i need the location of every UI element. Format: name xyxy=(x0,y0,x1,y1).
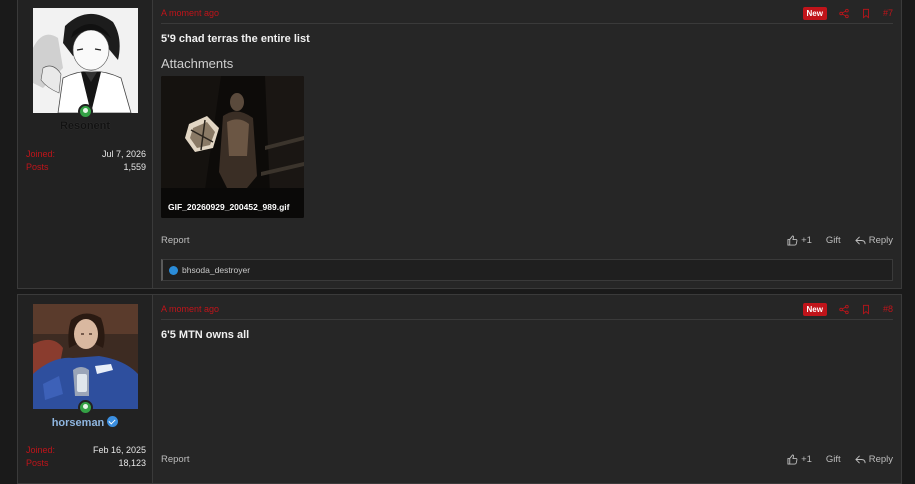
username[interactable]: horseman xyxy=(18,416,152,429)
gift-button[interactable]: Gift xyxy=(826,454,841,465)
avatar[interactable] xyxy=(33,304,138,409)
like-button[interactable]: +1 xyxy=(787,454,812,465)
post-time[interactable]: A moment ago xyxy=(161,8,219,18)
reply-button[interactable]: Reply xyxy=(854,454,893,465)
reaction-user[interactable]: bhsoda_destroyer xyxy=(182,265,250,275)
online-status-icon xyxy=(78,104,93,119)
attachments-title: Attachments xyxy=(161,56,234,71)
user-info: horseman Joined: Feb 16, 2025 Posts 18,1… xyxy=(18,295,153,483)
new-badge: New xyxy=(802,302,827,316)
avatar[interactable] xyxy=(33,8,138,113)
post-header: A moment ago New #8 xyxy=(161,295,893,320)
reply-label: Reply xyxy=(868,454,893,465)
joined-stat: Joined: Feb 16, 2025 xyxy=(26,445,146,458)
post-number[interactable]: #7 xyxy=(883,8,893,18)
gift-label: Gift xyxy=(825,235,841,246)
username-label: horseman xyxy=(51,417,105,429)
joined-label: Joined: xyxy=(26,149,56,159)
bookmark-icon[interactable] xyxy=(861,8,871,19)
report-link[interactable]: Report xyxy=(161,454,190,465)
posts-label: Posts xyxy=(26,162,49,172)
verified-badge-icon xyxy=(107,416,119,427)
thumbs-up-icon xyxy=(787,454,798,465)
like-reaction-icon xyxy=(169,266,178,275)
report-link[interactable]: Report xyxy=(161,235,190,246)
post-time[interactable]: A moment ago xyxy=(161,304,219,314)
share-icon[interactable] xyxy=(839,304,849,315)
attachment-filename[interactable]: GIF_20260929_200452_989.gif xyxy=(168,202,289,212)
new-badge: New xyxy=(802,6,827,20)
thumbs-up-icon xyxy=(787,235,798,246)
online-status-icon xyxy=(78,400,93,415)
posts-label: Posts xyxy=(26,458,49,468)
joined-value: Feb 16, 2025 xyxy=(92,445,146,455)
posts-value: 18,123 xyxy=(118,458,146,468)
post-actions: Report +1 Gift Reply xyxy=(161,454,893,468)
reactions-bar[interactable]: bhsoda_destroyer xyxy=(161,259,893,281)
post-number[interactable]: #8 xyxy=(883,304,893,314)
joined-label: Joined: xyxy=(26,445,56,455)
like-label: +1 xyxy=(801,235,812,246)
gift-button[interactable]: Gift xyxy=(826,235,841,246)
like-label: +1 xyxy=(801,454,812,465)
post-8: horseman Joined: Feb 16, 2025 Posts 18,1… xyxy=(17,294,902,484)
post-actions: Report +1 Gift Reply xyxy=(161,235,893,249)
post-message: 5'9 chad terras the entire list xyxy=(161,33,310,45)
bookmark-icon[interactable] xyxy=(861,304,871,315)
reply-button[interactable]: Reply xyxy=(854,235,893,246)
post-body: A moment ago New #8 6'5 MTN owns all Rep… xyxy=(161,295,893,483)
gift-label: Gift xyxy=(825,454,841,465)
reply-icon xyxy=(854,236,866,245)
posts-stat: Posts 1,559 xyxy=(26,162,146,175)
post-7: Resonent Joined: Jul 7, 2026 Posts 1,559… xyxy=(17,0,902,289)
like-button[interactable]: +1 xyxy=(787,235,812,246)
share-icon[interactable] xyxy=(839,8,849,19)
username[interactable]: Resonent xyxy=(18,120,152,132)
joined-stat: Joined: Jul 7, 2026 xyxy=(26,149,146,162)
attachment-thumbnail[interactable]: GIF_20260929_200452_989.gif xyxy=(161,76,304,218)
reply-label: Reply xyxy=(868,235,893,246)
posts-stat: Posts 18,123 xyxy=(26,458,146,471)
post-header: A moment ago New #7 xyxy=(161,0,893,24)
reply-icon xyxy=(854,455,866,464)
post-body: A moment ago New #7 5'9 chad terras the … xyxy=(161,0,893,288)
post-message: 6'5 MTN owns all xyxy=(161,329,250,341)
user-info: Resonent Joined: Jul 7, 2026 Posts 1,559 xyxy=(18,0,153,288)
joined-value: Jul 7, 2026 xyxy=(101,149,146,159)
posts-value: 1,559 xyxy=(123,162,146,172)
